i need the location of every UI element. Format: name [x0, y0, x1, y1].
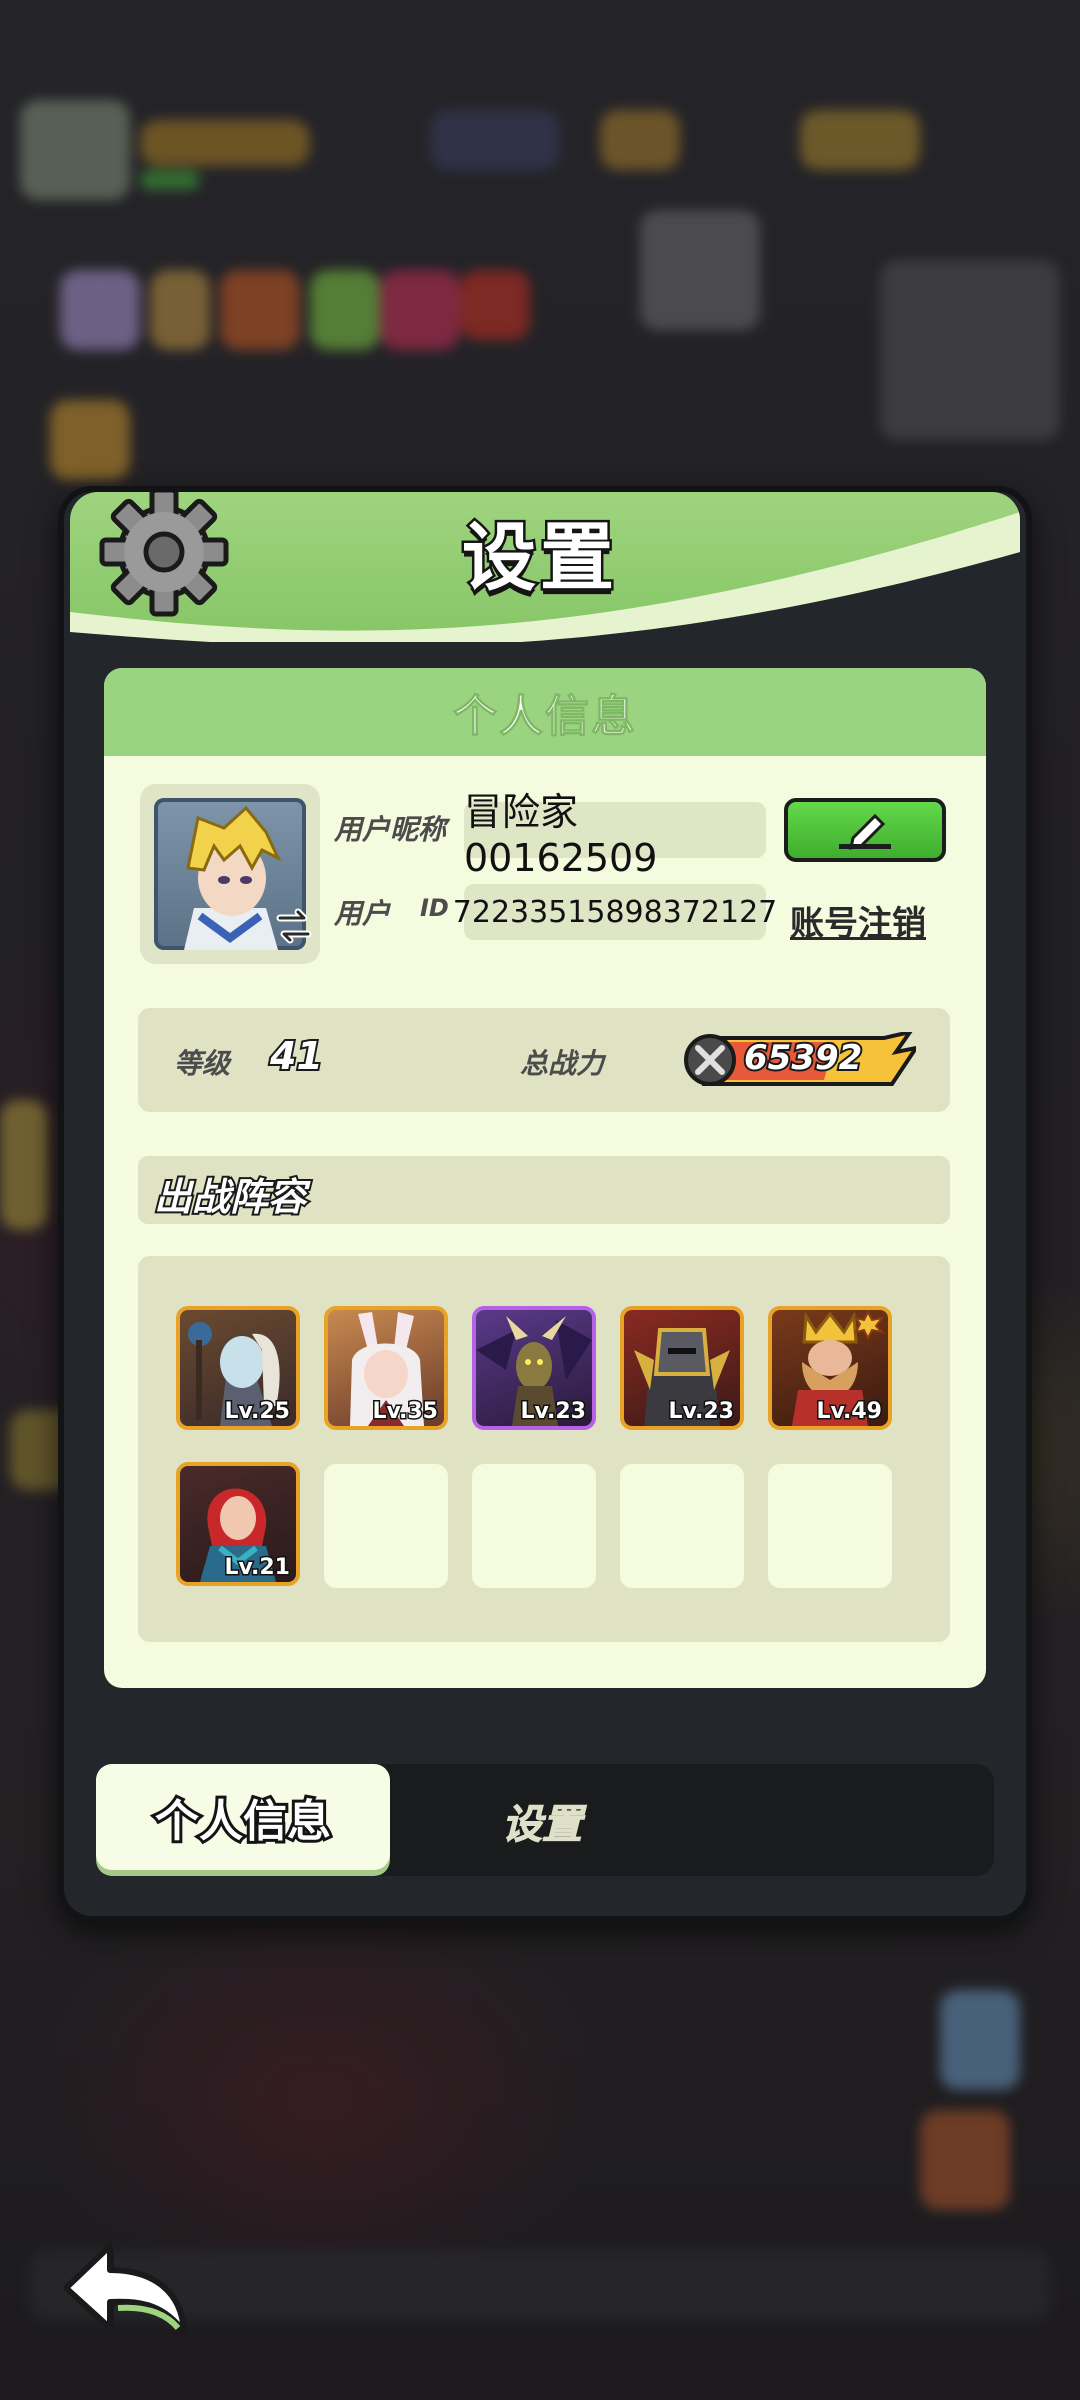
- hero-slot-3[interactable]: Lv.23: [472, 1306, 596, 1430]
- level-value: 41: [268, 1032, 325, 1080]
- nickname-field: 冒险家00162509: [464, 790, 766, 880]
- empty-hero-slot[interactable]: [768, 1464, 892, 1588]
- total-power-badge: 65392: [684, 1032, 916, 1088]
- user-id-label-suffix: ID: [420, 894, 449, 922]
- hero-level: Lv.21: [223, 1554, 292, 1582]
- stats-row: 等级 41 总战力 65392: [138, 1008, 950, 1112]
- nickname-label: 用户昵称: [334, 813, 447, 846]
- lineup-title: 出战阵容: [152, 1173, 308, 1221]
- total-power-value: 65392: [742, 1036, 864, 1080]
- hero-slot-6[interactable]: Lv.21: [176, 1462, 300, 1586]
- user-id-value: 72233515898372127: [452, 894, 778, 930]
- avatar-frame[interactable]: [140, 784, 320, 964]
- level-label: 等级: [174, 1047, 231, 1080]
- personal-info-header: 个人信息: [104, 668, 986, 756]
- empty-hero-slot[interactable]: [324, 1464, 448, 1588]
- empty-hero-slot[interactable]: [472, 1464, 596, 1588]
- hero-slot-5[interactable]: Lv.49: [768, 1306, 892, 1430]
- hero-level: Lv.49: [815, 1398, 884, 1426]
- hero-slot-1[interactable]: Lv.25: [176, 1306, 300, 1430]
- hero-slot-4[interactable]: Lv.23: [620, 1306, 744, 1430]
- dialog-title: 设置: [460, 513, 618, 604]
- hero-level: Lv.23: [519, 1398, 588, 1426]
- lineup-grid: Lv.25 Lv.35 Lv.23 Lv.23 Lv.49 Lv.21: [138, 1256, 950, 1642]
- account-cancel-link[interactable]: 账号注销: [790, 896, 926, 945]
- tab-personal-info-label: 个人信息: [152, 1793, 334, 1850]
- hero-level: Lv.25: [223, 1398, 292, 1426]
- hero-level: Lv.35: [371, 1398, 440, 1426]
- empty-hero-slot[interactable]: [620, 1464, 744, 1588]
- tab-settings[interactable]: 设置: [502, 1792, 583, 1850]
- lineup-section-header: 出战阵容: [138, 1156, 950, 1224]
- nickname-value: 冒险家00162509: [464, 789, 658, 880]
- tab-personal-info[interactable]: 个人信息: [96, 1764, 390, 1870]
- user-id-field: 72233515898372127: [453, 884, 777, 940]
- personal-info-panel: 个人信息 用户昵称 冒险家00162509 用户 ID 722335158983…: [104, 668, 986, 1688]
- personal-info-title: 个人信息: [453, 691, 637, 743]
- edit-nickname-button[interactable]: [784, 798, 946, 862]
- pencil-icon: [839, 813, 891, 850]
- tab-bar: 个人信息 设置: [96, 1764, 994, 1876]
- settings-dialog: 个人信息 用户昵称 冒险家00162509 用户 ID 722335158983…: [58, 486, 1032, 1922]
- hero-level: Lv.23: [667, 1398, 736, 1426]
- total-power-label: 总战力: [520, 1047, 605, 1080]
- hero-slot-2[interactable]: Lv.35: [324, 1306, 448, 1430]
- back-arrow-icon[interactable]: [58, 2236, 192, 2336]
- user-id-label: 用户: [334, 897, 391, 930]
- swap-avatar-icon[interactable]: [272, 904, 316, 948]
